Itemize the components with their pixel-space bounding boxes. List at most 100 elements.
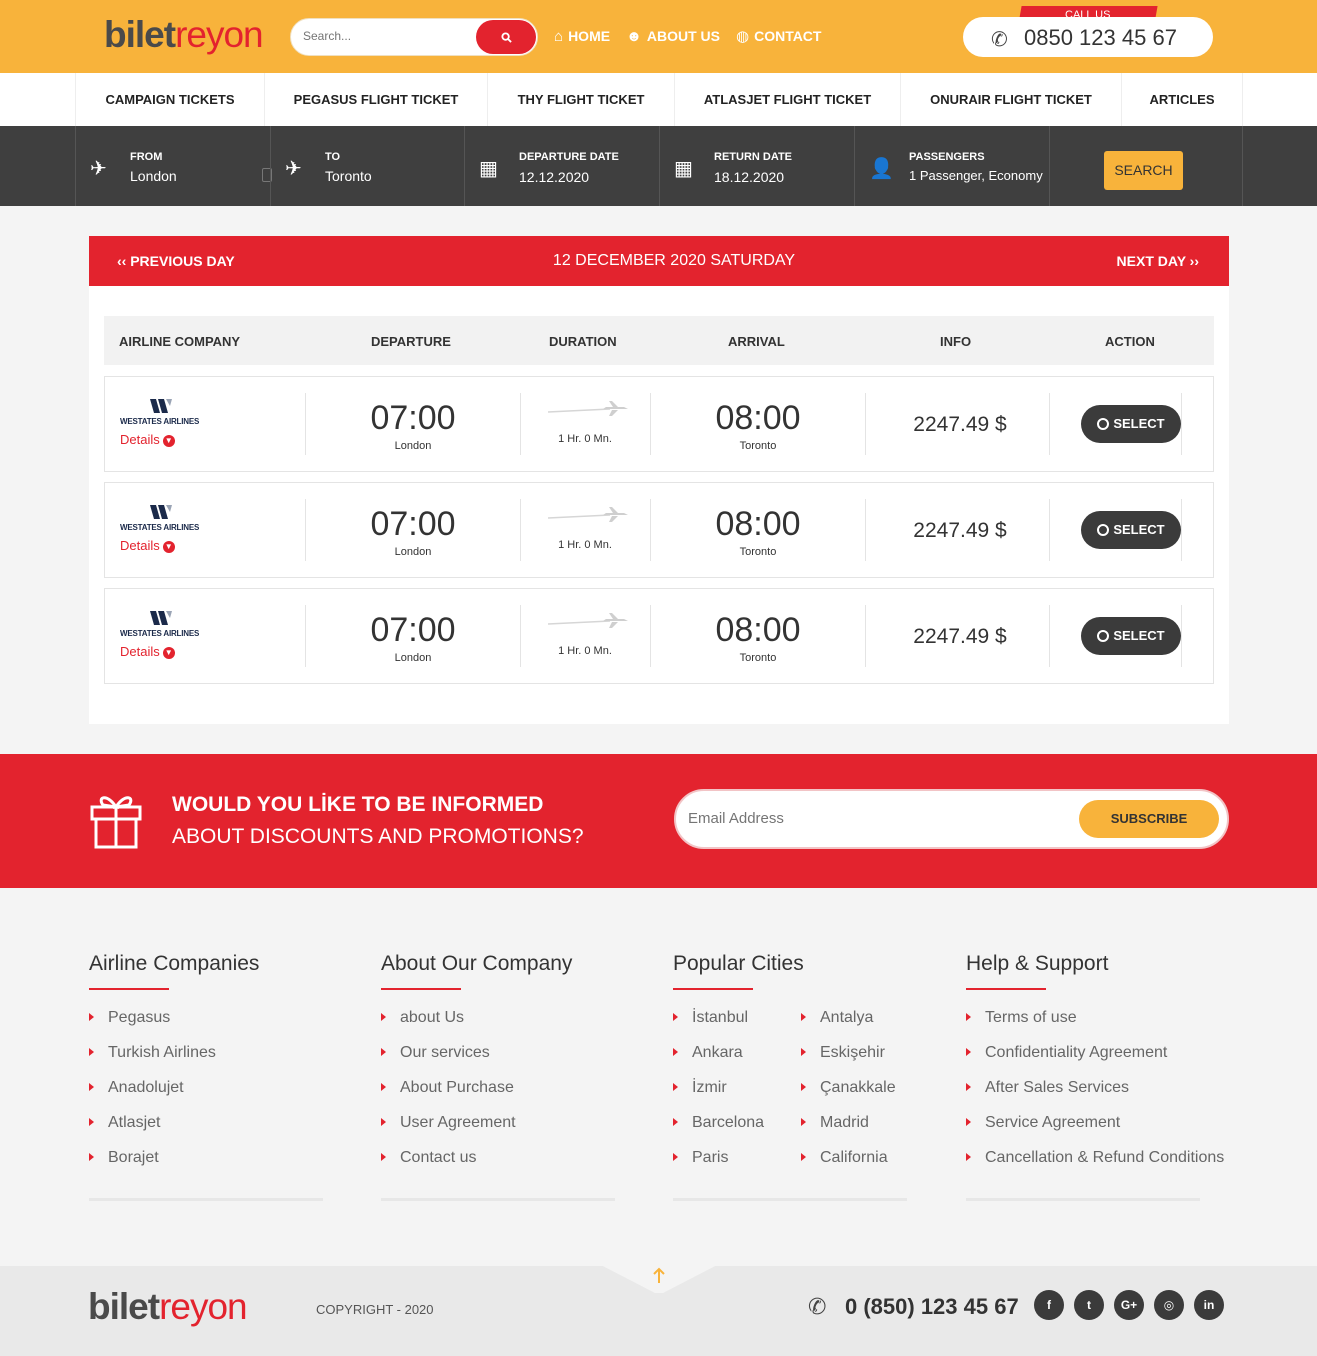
category-atlasjet[interactable]: ATLASJET FLIGHT TICKET xyxy=(674,73,900,126)
subscribe-button[interactable]: SUBSCRIBE xyxy=(1079,800,1219,838)
column-divider xyxy=(966,1198,1200,1201)
airline-logo-mark xyxy=(150,399,172,413)
footer-link[interactable]: About Purchase xyxy=(381,1079,516,1114)
select-flight-button[interactable]: SELECT xyxy=(1081,511,1181,549)
scroll-to-top-button[interactable] xyxy=(597,1263,721,1293)
flight-duration: 1 Hr. 0 Mn. xyxy=(558,645,612,657)
search-button[interactable] xyxy=(476,20,536,54)
footer-link[interactable]: İzmir xyxy=(673,1079,764,1114)
col-info: INFO xyxy=(940,334,972,349)
gift-icon xyxy=(90,796,142,849)
category-onurair[interactable]: ONURAIR FLIGHT TICKET xyxy=(900,73,1121,126)
select-flight-button[interactable]: SELECT xyxy=(1081,617,1181,655)
details-label: Details xyxy=(120,644,160,659)
col-action: ACTION xyxy=(1105,334,1155,349)
radio-icon xyxy=(1097,417,1110,430)
footer-link[interactable]: Terms of use xyxy=(966,1009,1224,1044)
select-flight-button[interactable]: SELECT xyxy=(1081,405,1181,443)
passengers-field[interactable]: 👤 PASSENGERS 1 Passenger, Economy xyxy=(854,126,1049,206)
footer-link[interactable]: Pegasus xyxy=(89,1009,216,1044)
nav-home[interactable]: ⌂ HOME xyxy=(554,27,610,45)
arrival-city: Toronto xyxy=(739,546,777,558)
footer-link[interactable]: about Us xyxy=(381,1009,516,1044)
calendar-icon: ▦ xyxy=(479,158,498,180)
footer-link[interactable]: After Sales Services xyxy=(966,1079,1224,1114)
footer-link-label: Atlasjet xyxy=(108,1114,161,1131)
search-input[interactable] xyxy=(303,29,473,43)
divider xyxy=(520,499,521,561)
footer-link-label: Ankara xyxy=(692,1044,743,1061)
instagram-icon[interactable]: ◎ xyxy=(1154,1290,1184,1320)
footer-link[interactable]: Paris xyxy=(673,1149,764,1184)
footer-link-label: Çanakkale xyxy=(820,1079,896,1096)
facebook-icon[interactable]: f xyxy=(1034,1290,1064,1320)
footer-link[interactable]: Madrid xyxy=(801,1114,896,1149)
footer-link-label: İzmir xyxy=(692,1079,727,1096)
newsletter-title: WOULD YOU LİKE TO BE INFORMED xyxy=(172,793,544,816)
flight-search-button[interactable]: SEARCH xyxy=(1104,151,1183,190)
footer-link[interactable]: Our services xyxy=(381,1044,516,1079)
select-label: SELECT xyxy=(1113,628,1165,643)
footer-link[interactable]: Atlasjet xyxy=(89,1114,216,1149)
details-link[interactable]: Details ▼ xyxy=(120,644,175,659)
footer-link-label: Contact us xyxy=(400,1149,477,1166)
footer-link[interactable]: Ankara xyxy=(673,1044,764,1079)
next-day-link[interactable]: NEXT DAY ›› xyxy=(1117,253,1199,269)
footer-link[interactable]: Borajet xyxy=(89,1149,216,1184)
divider xyxy=(520,605,521,667)
from-field[interactable]: ✈ FROM London xyxy=(75,126,272,206)
departure-city: London xyxy=(394,652,432,664)
google-plus-icon[interactable]: G+ xyxy=(1114,1290,1144,1320)
nav-about-us[interactable]: ☻ ABOUT US xyxy=(626,27,720,45)
footer-link[interactable]: Turkish Airlines xyxy=(89,1044,216,1079)
category-pegasus[interactable]: PEGASUS FLIGHT TICKET xyxy=(264,73,487,126)
divider xyxy=(650,499,651,561)
details-link[interactable]: Details ▼ xyxy=(120,538,175,553)
footer-link-label: Borajet xyxy=(108,1149,159,1166)
footer-link[interactable]: California xyxy=(801,1149,896,1184)
phone-icon: ✆ xyxy=(808,1294,827,1319)
footer-link[interactable]: Antalya xyxy=(801,1009,896,1044)
twitter-icon[interactable]: t xyxy=(1074,1290,1104,1320)
footer-link[interactable]: İstanbul xyxy=(673,1009,764,1044)
arrival-time: 08:00 xyxy=(715,505,801,543)
footer-link[interactable]: Eskişehir xyxy=(801,1044,896,1079)
footer-link[interactable]: Cancellation & Refund Conditions xyxy=(966,1149,1224,1184)
footer-link-label: About Purchase xyxy=(400,1079,514,1096)
footer-logo[interactable]: biletreyon xyxy=(88,1286,248,1328)
airline-logo-mark xyxy=(150,505,172,519)
details-link[interactable]: Details ▼ xyxy=(120,432,175,447)
footer-link[interactable]: User Agreement xyxy=(381,1114,516,1149)
footer-link[interactable]: Barcelona xyxy=(673,1114,764,1149)
email-field[interactable] xyxy=(688,810,1048,827)
divider xyxy=(650,393,651,455)
radio-icon xyxy=(1097,629,1110,642)
chevron-down-icon: ▼ xyxy=(162,540,175,553)
category-campaign-tickets[interactable]: CAMPAIGN TICKETS xyxy=(75,73,264,126)
site-logo[interactable]: biletreyon xyxy=(104,14,264,56)
footer-company-title: About Our Company xyxy=(381,952,573,975)
return-date-field[interactable]: ▦ RETURN DATE 18.12.2020 xyxy=(659,126,854,206)
footer-link[interactable]: Service Agreement xyxy=(966,1114,1224,1149)
footer-link-label: Confidentiality Agreement xyxy=(985,1044,1168,1061)
return-value: 18.12.2020 xyxy=(714,169,785,185)
footer-link[interactable]: Anadolujet xyxy=(89,1079,216,1114)
plane-icon xyxy=(548,613,628,628)
footer-phone-number[interactable]: 0 (850) 123 45 67 xyxy=(845,1294,1019,1320)
footer-link[interactable]: Confidentiality Agreement xyxy=(966,1044,1224,1079)
arrival-city: Toronto xyxy=(739,440,777,452)
divider xyxy=(1181,499,1182,561)
select-label: SELECT xyxy=(1113,416,1165,431)
home-icon: ⌂ xyxy=(554,27,564,45)
nav-contact[interactable]: ◍ CONTACT xyxy=(736,27,822,45)
category-articles[interactable]: ARTICLES xyxy=(1121,73,1243,126)
departure-date-field[interactable]: ▦ DEPARTURE DATE 12.12.2020 xyxy=(464,126,659,206)
footer-link[interactable]: Çanakkale xyxy=(801,1079,896,1114)
user-icon: 👤 xyxy=(869,158,894,180)
category-thy[interactable]: THY FLIGHT TICKET xyxy=(487,73,674,126)
footer-link[interactable]: Contact us xyxy=(381,1149,516,1184)
to-field[interactable]: ✈ TO Toronto xyxy=(270,126,464,206)
call-us-box[interactable]: ✆ 0850 123 45 67 xyxy=(963,17,1213,57)
linkedin-icon[interactable]: in xyxy=(1194,1290,1224,1320)
airline-logo-mark xyxy=(150,611,172,625)
